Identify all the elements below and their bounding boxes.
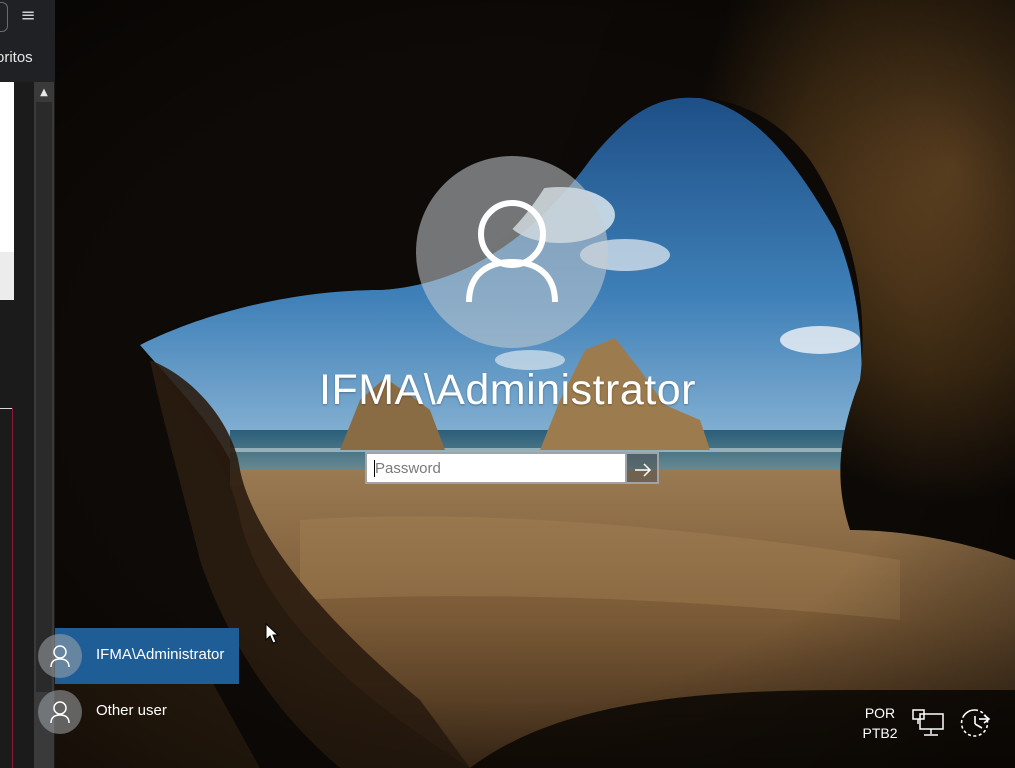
browser-tab-edge[interactable] — [0, 2, 8, 32]
user-silhouette-icon — [466, 200, 558, 303]
browser-content-area — [0, 82, 14, 252]
browser-toolbar: ≡ oritos — [0, 0, 55, 82]
user-avatar — [416, 156, 608, 348]
user-list-item-administrator[interactable]: IFMA\Administrator — [38, 628, 239, 684]
hamburger-menu-icon[interactable]: ≡ — [18, 6, 38, 26]
user-list-item-other-user[interactable]: Other user — [38, 684, 239, 740]
ease-of-access-icon[interactable] — [958, 706, 992, 740]
mouse-cursor-icon — [265, 623, 279, 644]
divider — [12, 408, 13, 768]
arrow-right-icon — [635, 463, 652, 477]
user-list-item-label: Other user — [96, 702, 167, 719]
login-username: IFMA\Administrator — [319, 366, 696, 414]
text-caret — [374, 460, 375, 477]
password-input[interactable] — [365, 452, 627, 484]
language-code: POR — [864, 705, 896, 721]
favorites-label[interactable]: oritos — [0, 49, 33, 66]
browser-content-footer — [0, 252, 14, 300]
input-language-indicator[interactable]: POR PTB2 — [858, 703, 902, 743]
password-form — [365, 452, 659, 484]
network-icon[interactable] — [911, 706, 945, 740]
scroll-up-arrow-icon[interactable]: ▲ — [34, 84, 54, 102]
user-list-item-label: IFMA\Administrator — [96, 646, 225, 663]
submit-password-button[interactable] — [627, 452, 659, 484]
keyboard-layout-code: PTB2 — [862, 725, 898, 741]
user-silhouette-icon — [50, 645, 70, 668]
user-avatar-small — [38, 690, 82, 734]
user-silhouette-icon — [50, 701, 70, 724]
user-avatar-small — [38, 634, 82, 678]
